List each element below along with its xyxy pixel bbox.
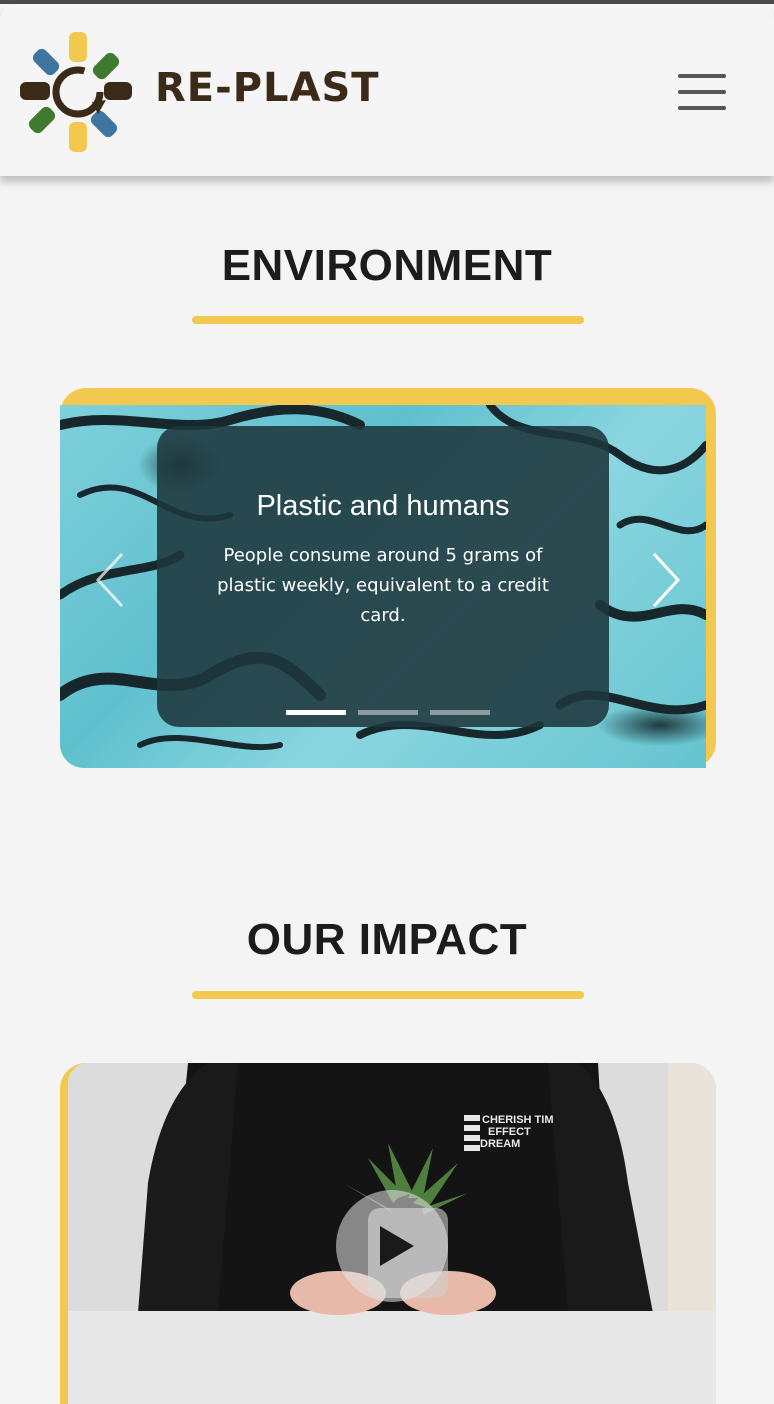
carousel-indicator-3[interactable] (430, 710, 490, 715)
hamburger-menu-icon[interactable] (676, 74, 728, 114)
site-header: RE-PLAST (0, 4, 774, 176)
recycle-bottles-logo-icon[interactable] (18, 30, 132, 154)
play-icon (380, 1226, 414, 1266)
slide-title: Plastic and humans (256, 490, 510, 522)
menu-bar (678, 106, 726, 110)
menu-bar (678, 90, 726, 94)
carousel-indicator-2[interactable] (358, 710, 418, 715)
chevron-right-icon[interactable] (648, 550, 684, 610)
impact-title-underline (192, 991, 584, 999)
impact-title: OUR IMPACT (246, 915, 528, 964)
menu-bar (678, 74, 726, 78)
video-play-button[interactable] (336, 1190, 448, 1302)
environment-title: ENVIRONMENT (221, 241, 553, 290)
slide-text: People consume around 5 grams of plastic… (217, 545, 549, 626)
chevron-left-icon[interactable] (92, 550, 128, 610)
carousel-indicators (286, 710, 496, 716)
carousel-indicator-1[interactable] (286, 710, 346, 715)
shirt-print-line-2: EFFECT (488, 1126, 531, 1138)
brand-name[interactable]: RE-PLAST (155, 68, 380, 108)
shirt-print-line-3: DREAM (480, 1138, 520, 1150)
environment-title-underline (192, 316, 584, 324)
shirt-print-line-1: CHERISH TIM (482, 1114, 554, 1126)
